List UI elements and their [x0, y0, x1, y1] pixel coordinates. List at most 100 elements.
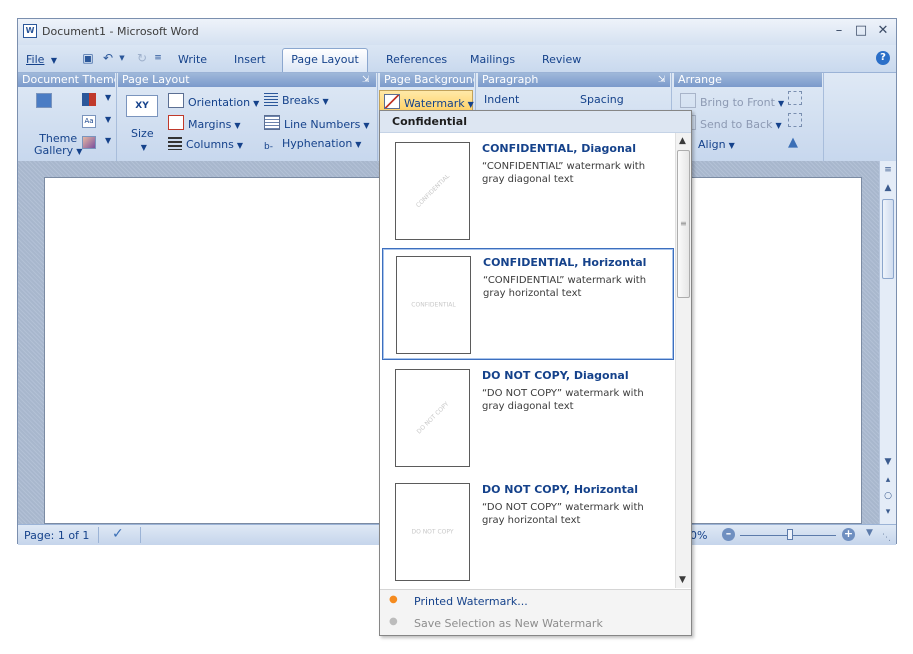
window-title: Document1 - Microsoft Word [42, 25, 199, 38]
scroll-down-icon[interactable]: ▼ [679, 575, 686, 585]
help-icon[interactable]: ? [876, 51, 890, 65]
title-bar: W Document1 - Microsoft Word – □ ✕ [18, 19, 896, 45]
next-page-icon[interactable]: ▾ [880, 507, 896, 517]
columns-button[interactable]: Columns ▼ [168, 137, 243, 151]
gallery-item-do-not-copy-horizontal[interactable]: DO NOT COPY DO NOT COPY, Horizontal “DO … [382, 476, 674, 588]
gallery-item-description: “CONFIDENTIAL” watermark with gray diago… [482, 161, 646, 185]
chevron-down-icon[interactable]: ▼ [105, 93, 111, 102]
resize-grip-icon[interactable]: ⋱ [882, 533, 891, 543]
page-count[interactable]: Page: 1 of 1 [24, 529, 89, 542]
align-label: Align [698, 138, 726, 151]
group-header-arrange: Arrange [674, 73, 822, 87]
theme-gallery-button[interactable]: Theme Gallery ▼ [34, 133, 82, 158]
columns-icon [168, 137, 182, 150]
theme-gallery-icon[interactable] [36, 93, 52, 108]
tab-page-layout[interactable]: Page Layout [282, 48, 368, 72]
chevron-down-icon[interactable]: ▼ [105, 115, 111, 124]
tab-insert[interactable]: Insert [234, 53, 266, 66]
gallery-scrollbar-thumb[interactable]: ≡ [677, 150, 690, 298]
watermark-thumbnail: DO NOT COPY [395, 483, 470, 581]
orientation-icon [168, 93, 184, 108]
theme-colors-icon[interactable] [82, 93, 96, 106]
hyphenation-button[interactable]: b‐ Hyphenation ▼ [264, 137, 361, 154]
tab-references[interactable]: References [386, 53, 447, 66]
previous-page-icon[interactable]: ▴ [880, 475, 896, 485]
undo-dropdown-icon[interactable]: ▼ [114, 50, 130, 66]
gallery-scrollbar[interactable]: ▲ ≡ ▼ [675, 133, 691, 588]
bring-to-front-button[interactable]: Bring to Front ▼ [680, 93, 784, 109]
scrollbar-thumb[interactable] [882, 199, 894, 279]
tab-review[interactable]: Review [542, 53, 581, 66]
printed-watermark-menu-item[interactable]: ● Printed Watermark... [380, 590, 691, 612]
zoom-percent[interactable]: 0% [690, 529, 707, 542]
gallery-item-confidential-horizontal[interactable]: CONFIDENTIAL CONFIDENTIAL, Horizontal “C… [382, 248, 674, 360]
close-icon[interactable]: ✕ [874, 23, 892, 39]
redo-icon[interactable]: ↻ [134, 50, 150, 66]
margins-button[interactable]: Margins ▼ [168, 115, 240, 131]
chevron-down-icon: ▼ [728, 141, 735, 150]
dialog-launcher-icon[interactable]: ⇲ [658, 75, 666, 85]
zoom-out-icon[interactable]: – [722, 528, 735, 541]
indent-label: Indent [484, 93, 520, 106]
proofing-check-icon[interactable]: ✓ [112, 526, 124, 542]
scroll-up-icon[interactable]: ▲ [679, 136, 686, 146]
tab-write[interactable]: Write [178, 53, 207, 66]
chevron-down-icon: ▼ [236, 141, 244, 150]
save-selection-label: Save Selection as New Watermark [414, 617, 603, 630]
thumbnail-text: DO NOT COPY [411, 528, 454, 536]
send-to-back-button[interactable]: Send to Back ▼ [680, 115, 782, 131]
vertical-scrollbar[interactable]: ≡ ▲ ▼ ▴ ○ ▾ [879, 161, 896, 524]
spacing-label: Spacing [580, 93, 624, 106]
gallery-item-do-not-copy-diagonal[interactable]: DO NOT COPY DO NOT COPY, Diagonal “DO NO… [382, 362, 674, 474]
chevron-down-icon: ▼ [363, 121, 370, 130]
theme-effects-icon[interactable] [82, 136, 96, 149]
thumbnail-text: CONFIDENTIAL [414, 172, 451, 210]
ruler-toggle-icon[interactable]: ≡ [880, 165, 896, 175]
hyphenation-label: Hyphenation [282, 137, 353, 150]
customize-toolbar-icon[interactable]: ≡ [150, 50, 166, 66]
save-selection-menu-item[interactable]: ● Save Selection as New Watermark [380, 612, 691, 634]
tab-mailings[interactable]: Mailings [470, 53, 515, 66]
group-header-page-background: Page Background [380, 73, 474, 87]
chevron-down-icon: ▼ [234, 121, 241, 130]
ungroup-icon[interactable] [788, 113, 802, 127]
orientation-button[interactable]: Orientation ▼ [168, 93, 259, 109]
bullet-icon: ● [389, 616, 398, 627]
group-separator [823, 73, 824, 161]
bullet-icon: ● [389, 594, 398, 605]
columns-label: Columns [186, 138, 234, 151]
breaks-label: Breaks [282, 94, 320, 107]
maximize-icon[interactable]: □ [852, 23, 870, 39]
scroll-down-icon[interactable]: ▼ [880, 457, 896, 467]
chevron-down-icon[interactable]: ▼ [105, 136, 111, 145]
zoom-in-icon[interactable]: + [842, 528, 855, 541]
dialog-launcher-icon[interactable]: ⇲ [362, 75, 370, 85]
zoom-slider-thumb[interactable] [787, 529, 793, 540]
watermark-thumbnail: DO NOT COPY [395, 369, 470, 467]
theme-fonts-icon[interactable]: Aa [82, 115, 96, 128]
group-header-document-themes: Document Theme [18, 73, 115, 87]
watermark-button[interactable]: Watermark ▼ [379, 90, 474, 111]
chevron-down-icon: ▼ [355, 140, 362, 149]
thumbnail-text: CONFIDENTIAL [411, 301, 456, 309]
group-objects-icon[interactable] [788, 91, 802, 105]
scroll-up-icon[interactable]: ▲ [880, 183, 896, 193]
gallery-item-title: CONFIDENTIAL, Horizontal [483, 256, 647, 269]
size-icon[interactable]: XY [126, 95, 158, 117]
status-options-icon[interactable]: ▼ [866, 528, 873, 538]
rotate-icon[interactable]: ▲ [788, 135, 798, 150]
printed-watermark-label: Printed Watermark... [414, 595, 528, 608]
minimize-icon[interactable]: – [830, 23, 848, 39]
size-button[interactable]: Size ▼ [131, 127, 154, 153]
line-numbers-button[interactable]: Line Numbers ▼ [264, 115, 370, 131]
gallery-item-confidential-diagonal[interactable]: CONFIDENTIAL CONFIDENTIAL, Diagonal “CON… [382, 135, 674, 247]
hyphenation-icon: b‐ [264, 142, 273, 152]
status-separator [140, 527, 141, 543]
word-document-icon[interactable]: W [23, 24, 37, 38]
group-separator [377, 73, 378, 161]
browse-object-icon[interactable]: ○ [880, 491, 896, 501]
file-menu[interactable]: File ▼ [26, 53, 57, 66]
group-header-paragraph: Paragraph [478, 73, 670, 87]
breaks-button[interactable]: Breaks ▼ [264, 93, 329, 107]
save-icon[interactable]: ▣ [80, 50, 96, 66]
